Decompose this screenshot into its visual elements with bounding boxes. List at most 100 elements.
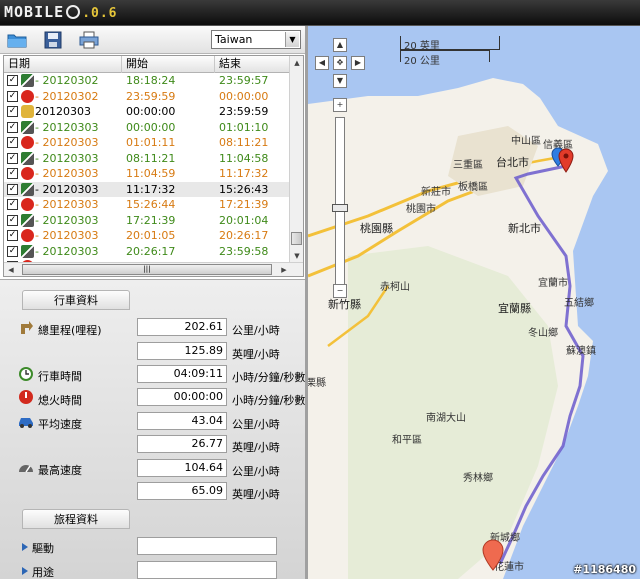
- row-end: 11:17:32: [219, 167, 269, 180]
- map-view[interactable]: 20 英里 20 公里 ▲ ◀ ✥ ▶ ▼ + − 中山區 信義區 三重區 台北…: [308, 26, 640, 579]
- row-checkbox[interactable]: ✓: [7, 106, 18, 117]
- horizontal-scroll-thumb[interactable]: |||: [22, 264, 272, 275]
- row-checkbox[interactable]: ✓: [7, 121, 18, 133]
- map-label-yilan-city: 宜蘭市: [538, 278, 568, 289]
- pan-up-button[interactable]: ▲: [333, 38, 347, 52]
- table-row[interactable]: ✓ - 20120303 20:01:05 20:26:17: [4, 228, 291, 244]
- max-speed-label: 最高速度: [38, 464, 82, 477]
- table-row[interactable]: ✓ - 20120302 18:18:24 23:59:57: [4, 73, 291, 89]
- stop-icon: [21, 229, 34, 242]
- expand-arrow-icon[interactable]: [22, 567, 28, 575]
- idle-time-label: 熄火時間: [38, 394, 82, 407]
- map-label-xiulin: 秀林鄉: [463, 473, 493, 484]
- tab-trip-info[interactable]: 旅程資料: [22, 509, 130, 529]
- table-row[interactable]: ✓ - 20120303 11:04:59 11:17:32: [4, 166, 291, 182]
- pan-center-button[interactable]: ✥: [333, 56, 347, 70]
- pan-left-button[interactable]: ◀: [315, 56, 329, 70]
- total-mi-unit: 英哩/小時: [232, 348, 280, 361]
- row-checkbox[interactable]: ✓: [7, 245, 18, 257]
- print-button[interactable]: [78, 31, 100, 49]
- row-end: 23:59:59: [219, 105, 269, 118]
- drive-field-input[interactable]: [137, 537, 277, 555]
- row-date: - 20120303: [35, 244, 99, 258]
- logo-gauge-icon: [66, 5, 81, 19]
- table-row[interactable]: ✓ - 20120303 17:21:39 20:01:04: [4, 213, 291, 229]
- scroll-right-icon[interactable]: ▶: [277, 263, 291, 276]
- map-label-taipei: 台北市: [496, 156, 529, 169]
- drive-field-label: 驅動: [32, 542, 54, 555]
- pan-down-button[interactable]: ▼: [333, 74, 347, 88]
- trip-icon: [21, 213, 34, 227]
- row-end: 20:26:17: [219, 229, 269, 242]
- logo-text: MOBILE: [4, 3, 65, 21]
- table-row[interactable]: ✓ - 20120303 11:17:32 15:26:43: [4, 181, 291, 197]
- avg-speed-label: 平均速度: [38, 418, 82, 431]
- purpose-field-input[interactable]: [137, 561, 277, 579]
- map-label-newtaipei: 新北市: [508, 222, 541, 235]
- stop-icon: [21, 136, 34, 149]
- expand-arrow-icon[interactable]: [22, 543, 28, 551]
- row-checkbox[interactable]: ✓: [7, 152, 18, 164]
- table-row[interactable]: ✓ - 20120303 15:26:44 17:21:39: [4, 197, 291, 213]
- row-checkbox[interactable]: ✓: [7, 214, 18, 226]
- max-km-value: 104.64: [137, 459, 227, 477]
- row-checkbox[interactable]: ✓: [7, 168, 18, 179]
- row-start: 08:11:21: [126, 151, 176, 165]
- table-row[interactable]: ✓ - 20120303 00:00:00 01:01:10: [4, 120, 291, 136]
- map-label-zhongshan: 中山區: [511, 136, 541, 147]
- map-label-wujie: 五結鄉: [564, 298, 594, 309]
- row-start: 11:17:32: [126, 182, 176, 196]
- trip-table: 日期 開始 結束 ✓ - 20120302 18:18:24 23:59:57 ✓ - 2…: [3, 55, 304, 277]
- row-end: 08:11:21: [219, 136, 269, 149]
- engine-off-icon: [19, 390, 33, 404]
- row-start: 17:21:39: [126, 213, 176, 227]
- table-row[interactable]: ✓ - 20120302 23:59:59 00:00:00: [4, 89, 291, 105]
- scroll-left-icon[interactable]: ◀: [4, 263, 18, 276]
- map-label-xinzhuang: 新莊市: [421, 187, 451, 198]
- save-button[interactable]: [42, 31, 64, 49]
- row-end: 20:01:04: [219, 213, 269, 227]
- chevron-down-icon[interactable]: ▼: [285, 32, 299, 47]
- end-marker-icon[interactable]: [480, 538, 506, 572]
- scroll-down-icon[interactable]: ▼: [290, 249, 303, 263]
- column-header-start[interactable]: 開始: [122, 56, 215, 73]
- map-label-hsinchu: 新竹縣: [328, 298, 361, 311]
- scroll-up-icon[interactable]: ▲: [290, 56, 303, 70]
- row-checkbox[interactable]: ✓: [7, 230, 18, 241]
- vertical-scroll-thumb[interactable]: [291, 232, 302, 245]
- map-label-sanchong: 三重區: [453, 160, 483, 171]
- horizontal-scrollbar[interactable]: ◀ ||| ▶: [4, 262, 303, 276]
- zoom-in-button[interactable]: +: [333, 98, 347, 112]
- row-checkbox[interactable]: ✓: [7, 137, 18, 148]
- table-row[interactable]: ✓ - 20120303 01:01:11 08:11:21: [4, 135, 291, 151]
- table-row[interactable]: ✓ - 20120303 08:11:21 11:04:58: [4, 151, 291, 167]
- idle-time-unit: 小時/分鐘/秒數: [232, 394, 306, 407]
- row-date: - 20120303: [35, 213, 99, 227]
- map-label-taoyuan-city: 桃園市: [406, 204, 436, 215]
- open-folder-button[interactable]: [6, 31, 28, 49]
- row-checkbox[interactable]: ✓: [7, 199, 18, 210]
- row-end: 15:26:43: [219, 182, 269, 196]
- info-panel: 行車資料 總里程(哩程) 202.61 公里/小時 125.89 英哩/小時 行…: [0, 279, 306, 579]
- avg-km-value: 43.04: [137, 412, 227, 430]
- row-end: 11:04:58: [219, 151, 269, 165]
- zoom-slider-thumb[interactable]: [332, 204, 348, 212]
- table-row[interactable]: ✓ 20120303 00:00:00 23:59:59: [4, 104, 291, 120]
- pan-right-button[interactable]: ▶: [351, 56, 365, 70]
- zoom-slider-track[interactable]: [335, 117, 345, 285]
- column-header-date[interactable]: 日期: [4, 56, 122, 73]
- vertical-scrollbar[interactable]: ▲ ▼: [289, 56, 303, 263]
- table-header: 日期 開始 結束: [4, 56, 291, 73]
- stop-icon: [21, 89, 34, 103]
- tab-drive-info[interactable]: 行車資料: [22, 290, 130, 310]
- row-checkbox[interactable]: ✓: [7, 75, 18, 86]
- app-version: .0.6: [82, 6, 118, 21]
- row-end: 17:21:39: [219, 198, 269, 211]
- table-row[interactable]: ✓ - 20120303 20:26:17 23:59:58: [4, 244, 291, 260]
- row-checkbox[interactable]: ✓: [7, 90, 18, 102]
- total-mi-value: 125.89: [137, 342, 227, 360]
- column-header-end[interactable]: 結束: [215, 56, 291, 73]
- region-select[interactable]: Taiwan ▼: [211, 30, 301, 49]
- start-marker-icon[interactable]: [550, 146, 576, 178]
- row-checkbox[interactable]: ✓: [7, 183, 18, 195]
